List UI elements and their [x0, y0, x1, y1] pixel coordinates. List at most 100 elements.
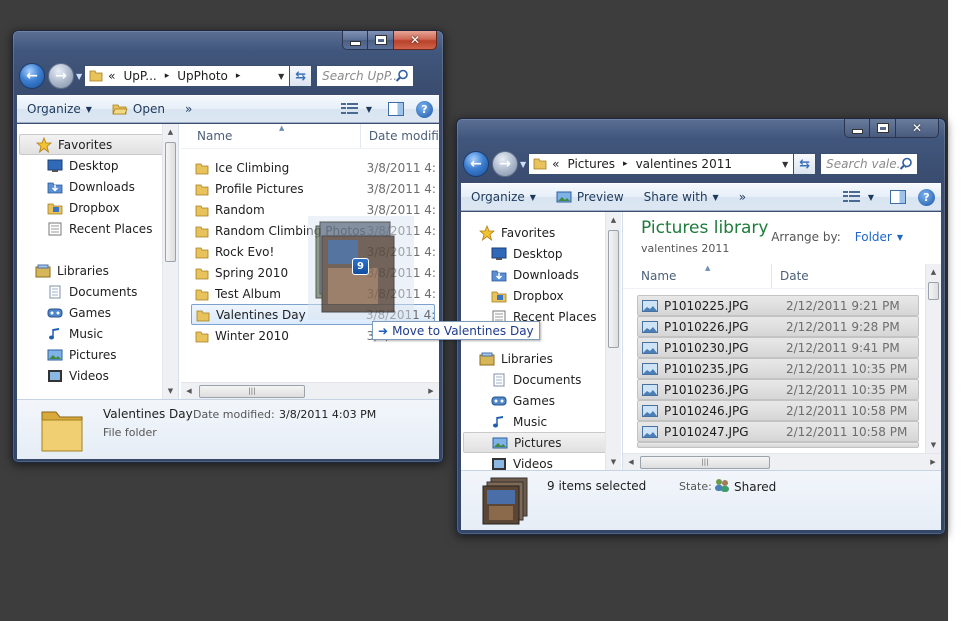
arrange-by-value[interactable]: Folder: [855, 230, 892, 244]
scroll-right-icon[interactable]: ▶: [423, 387, 439, 395]
scrollbar-thumb[interactable]: [165, 142, 176, 262]
address-dropdown-icon[interactable]: ▼: [273, 72, 289, 81]
breadcrumb-separator-icon[interactable]: ▸: [623, 159, 628, 169]
more-commands-button[interactable]: »: [175, 102, 202, 116]
address-bar[interactable]: « Pictures ▸ valentines 2011 ▼: [528, 153, 795, 175]
breadcrumb-separator-icon[interactable]: ▸: [236, 71, 241, 81]
nav-desktop[interactable]: Desktop: [461, 243, 622, 264]
change-view-button[interactable]: ▼: [839, 191, 878, 203]
scrollbar-thumb[interactable]: |||: [640, 455, 770, 469]
breadcrumb-valentines-2011[interactable]: valentines 2011: [636, 157, 732, 171]
preview-button[interactable]: Preview: [546, 190, 634, 204]
scroll-down-icon[interactable]: ▼: [163, 383, 178, 399]
file-list-horizontal-scrollbar[interactable]: ◀ ||| ▶: [181, 382, 439, 399]
address-dropdown-icon[interactable]: ▼: [777, 160, 793, 169]
nav-desktop[interactable]: Desktop: [17, 155, 178, 176]
breadcrumb-upp[interactable]: UpP...: [124, 69, 157, 83]
address-bar[interactable]: « UpP... ▸ UpPhoto ▸ ▼: [84, 65, 291, 87]
nav-recent-places[interactable]: Recent Places: [17, 218, 178, 239]
nav-downloads[interactable]: Downloads: [461, 264, 622, 285]
scroll-up-icon[interactable]: ▲: [606, 212, 621, 228]
back-button[interactable]: ←: [463, 151, 489, 177]
refresh-button[interactable]: ⇆: [290, 65, 313, 87]
organize-button[interactable]: Organize ▼: [17, 102, 102, 116]
open-button[interactable]: Open: [102, 102, 175, 116]
column-name-header[interactable]: Name: [181, 124, 361, 148]
help-icon[interactable]: ?: [918, 188, 935, 206]
back-button[interactable]: ←: [19, 63, 45, 89]
arrange-by-control[interactable]: Arrange by: Folder ▼: [771, 230, 903, 244]
nav-pane-scrollbar[interactable]: ▲ ▼: [605, 212, 621, 470]
scroll-up-icon[interactable]: ▲: [926, 264, 941, 280]
nav-games[interactable]: Games: [17, 302, 178, 323]
minimize-button[interactable]: [342, 31, 368, 50]
scrollbar-thumb[interactable]: [928, 282, 939, 300]
forward-button[interactable]: →: [492, 151, 518, 177]
nav-libraries[interactable]: Libraries: [17, 260, 178, 281]
preview-pane-icon[interactable]: [890, 190, 906, 204]
search-input[interactable]: Search UpP...: [316, 65, 415, 87]
list-item-selected[interactable]: P1010230.JPG 2/12/2011 9:41 PM: [637, 337, 919, 358]
scrollbar-thumb[interactable]: |||: [199, 384, 305, 398]
scrollbar-thumb[interactable]: [608, 230, 619, 348]
close-button[interactable]: ✕: [896, 119, 939, 138]
share-with-button[interactable]: Share with ▼: [634, 190, 729, 204]
nav-videos[interactable]: Videos: [17, 365, 178, 386]
column-date-header[interactable]: Date modifi: [361, 124, 439, 148]
help-icon[interactable]: ?: [416, 100, 433, 118]
organize-button[interactable]: Organize ▼: [461, 190, 546, 204]
nav-pictures[interactable]: Pictures: [17, 344, 178, 365]
refresh-button[interactable]: ⇆: [794, 153, 817, 175]
breadcrumb-upphoto[interactable]: UpPhoto: [177, 69, 228, 83]
preview-pane-icon[interactable]: [388, 102, 404, 116]
change-view-button[interactable]: ▼: [337, 103, 376, 115]
breadcrumb-separator-icon[interactable]: ▸: [165, 71, 170, 81]
nav-favorites[interactable]: Favorites: [19, 134, 176, 155]
file-list-horizontal-scrollbar[interactable]: ◀ ||| ▶: [623, 453, 941, 470]
column-date-header[interactable]: Date: [772, 264, 925, 288]
scroll-right-icon[interactable]: ▶: [925, 458, 941, 466]
nav-favorites[interactable]: Favorites: [461, 222, 622, 243]
forward-button[interactable]: →: [48, 63, 74, 89]
search-input[interactable]: Search vale...: [820, 153, 919, 175]
list-item-selected[interactable]: P1010235.JPG 2/12/2011 10:35 PM: [637, 358, 919, 379]
search-icon[interactable]: [395, 69, 409, 86]
list-item[interactable]: Ice Climbing 3/8/2011 4:: [191, 157, 435, 178]
search-icon[interactable]: [899, 157, 913, 174]
breadcrumb-overflow[interactable]: «: [108, 69, 115, 83]
nav-documents[interactable]: Documents: [461, 369, 622, 390]
list-item-selected-partial[interactable]: [637, 442, 919, 448]
nav-music[interactable]: Music: [17, 323, 178, 344]
nav-documents[interactable]: Documents: [17, 281, 178, 302]
maximize-button[interactable]: [870, 119, 896, 138]
close-button[interactable]: ✕: [394, 31, 437, 50]
file-list-vertical-scrollbar[interactable]: ▲ ▼: [925, 264, 941, 453]
list-item[interactable]: Profile Pictures 3/8/2011 4:: [191, 178, 435, 199]
breadcrumb-overflow[interactable]: «: [552, 157, 559, 171]
list-item-selected[interactable]: P1010236.JPG 2/12/2011 10:35 PM: [637, 379, 919, 400]
scroll-up-icon[interactable]: ▲: [163, 124, 178, 140]
list-item-selected[interactable]: P1010225.JPG 2/12/2011 9:21 PM: [637, 295, 919, 316]
scroll-down-icon[interactable]: ▼: [926, 437, 941, 453]
nav-dropbox[interactable]: Dropbox: [461, 285, 622, 306]
nav-dropbox[interactable]: Dropbox: [17, 197, 178, 218]
nav-music[interactable]: Music: [461, 411, 622, 432]
nav-games[interactable]: Games: [461, 390, 622, 411]
nav-pane-scrollbar[interactable]: ▲ ▼: [162, 124, 178, 399]
more-commands-button[interactable]: »: [729, 190, 756, 204]
nav-downloads[interactable]: Downloads: [17, 176, 178, 197]
scroll-left-icon[interactable]: ◀: [181, 387, 197, 395]
maximize-button[interactable]: [368, 31, 394, 50]
list-item-selected[interactable]: P1010246.JPG 2/12/2011 10:58 PM: [637, 400, 919, 421]
nav-pictures[interactable]: Pictures: [463, 432, 620, 453]
nav-libraries[interactable]: Libraries: [461, 348, 622, 369]
scroll-left-icon[interactable]: ◀: [623, 458, 639, 466]
breadcrumb-pictures[interactable]: Pictures: [568, 157, 616, 171]
recent-pages-dropdown[interactable]: ▼: [76, 72, 82, 81]
column-name-header[interactable]: Name: [623, 264, 772, 288]
list-item-selected[interactable]: P1010247.JPG 2/12/2011 10:58 PM: [637, 421, 919, 442]
recent-pages-dropdown[interactable]: ▼: [520, 160, 526, 169]
scroll-down-icon[interactable]: ▼: [606, 454, 621, 470]
nav-videos[interactable]: Videos: [461, 453, 622, 470]
minimize-button[interactable]: [844, 119, 870, 138]
